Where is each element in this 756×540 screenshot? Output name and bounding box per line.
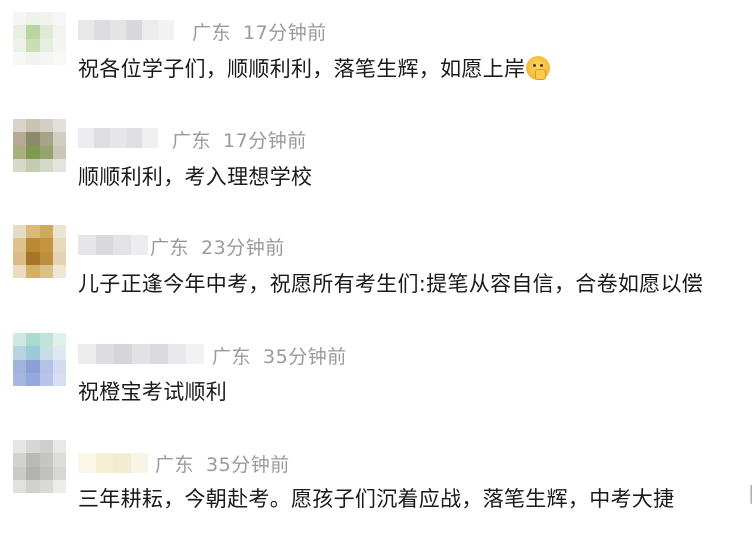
comment-location: 广东 — [192, 22, 232, 44]
comment-time: 35分钟前 — [206, 454, 290, 476]
comment-meta: 广东 17分钟前 — [192, 18, 327, 45]
shushing-face-emoji-icon — [526, 56, 551, 80]
avatar[interactable] — [13, 119, 66, 172]
comment-item: 广东 35分钟前 祝橙宝考试顺利 — [0, 324, 756, 432]
comment-body: 顺顺利利，考入理想学校 — [78, 165, 313, 189]
comment-body: 祝各位学子们，顺顺利利，落笔生辉，如愿上岸 — [78, 57, 526, 81]
username-blurred[interactable] — [78, 344, 204, 364]
comment-time: 17分钟前 — [243, 22, 327, 44]
avatar[interactable] — [13, 440, 66, 493]
comment-meta: 广东 17分钟前 — [172, 126, 307, 153]
comment-item: 广东 35分钟前 三年耕耘，今朝赴考。愿孩子们沉着应战，落笔生辉，中考大捷 — [0, 432, 756, 540]
comment-item: 广东 17分钟前 祝各位学子们，顺顺利利，落笔生辉，如愿上岸 — [0, 0, 756, 108]
comment-meta: 广东 35分钟前 — [155, 450, 290, 477]
avatar[interactable] — [13, 225, 66, 278]
comment-text: 祝各位学子们，顺顺利利，落笔生辉，如愿上岸 — [78, 53, 551, 83]
username-blurred[interactable] — [78, 453, 148, 473]
comment-body: 儿子正逢今年中考，祝愿所有考生们:提笔从容自信，合卷如愿以偿 — [78, 272, 704, 296]
comment-time: 23分钟前 — [201, 237, 285, 259]
comment-location: 广东 — [172, 130, 212, 152]
comment-item: 广东 17分钟前 顺顺利利，考入理想学校 — [0, 108, 756, 216]
comment-body: 祝橙宝考试顺利 — [78, 380, 228, 404]
comment-location: 广东 — [212, 346, 252, 368]
avatar[interactable] — [13, 333, 66, 386]
comment-text: 顺顺利利，考入理想学校 — [78, 161, 312, 191]
comment-meta: 广东 35分钟前 — [212, 342, 347, 369]
comment-location: 广东 — [155, 454, 195, 476]
comment-meta: 广东 23分钟前 — [150, 233, 285, 260]
cropped-edge-mark: | — [748, 482, 755, 504]
comment-body: 三年耕耘，今朝赴考。愿孩子们沉着应战，落笔生辉，中考大捷 — [78, 487, 675, 511]
avatar[interactable] — [13, 12, 66, 65]
username-blurred[interactable] — [78, 128, 158, 148]
comment-text: 儿子正逢今年中考，祝愿所有考生们:提笔从容自信，合卷如愿以偿 — [78, 268, 703, 298]
comment-location: 广东 — [150, 237, 190, 259]
comment-text: 三年耕耘，今朝赴考。愿孩子们沉着应战，落笔生辉，中考大捷 — [78, 483, 674, 513]
comment-text: 祝橙宝考试顺利 — [78, 376, 227, 406]
comment-time: 17分钟前 — [223, 130, 307, 152]
comment-time: 35分钟前 — [263, 346, 347, 368]
username-blurred[interactable] — [78, 20, 174, 40]
username-blurred[interactable] — [78, 235, 148, 255]
comment-item: 广东 23分钟前 儿子正逢今年中考，祝愿所有考生们:提笔从容自信，合卷如愿以偿 — [0, 216, 756, 324]
